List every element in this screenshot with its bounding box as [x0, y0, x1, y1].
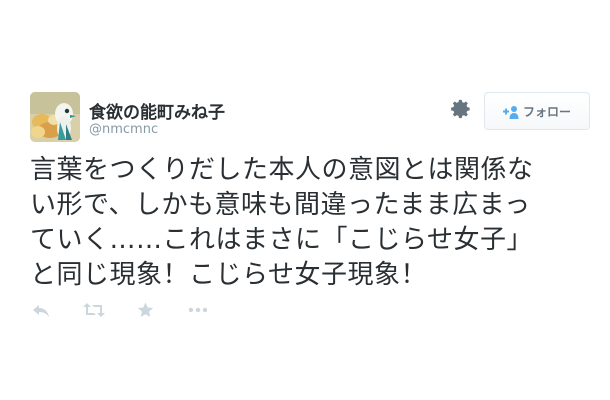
- tweet-card: 食欲の能町みね子 @nmcmnc フォロー 言葉をつくりだした本人の意図とは関係…: [0, 0, 610, 400]
- tweet-text-line: い形で、しかも意味も間違ったまま広まっ: [30, 190, 531, 220]
- add-user-icon: [502, 104, 519, 119]
- avatar-image: [30, 92, 80, 142]
- display-name[interactable]: 食欲の能町みね子: [89, 98, 225, 123]
- tweet-text: 言葉をつくりだした本人の意図とは関係な い形で、しかも意味も間違ったまま広まっ …: [30, 153, 585, 293]
- tweet-text-line: 言葉をつくりだした本人の意図とは関係な: [30, 155, 534, 185]
- tweet-text-line: と同じ現象！こじらせ女子現象！: [30, 260, 427, 290]
- retweet-icon[interactable]: [83, 302, 105, 318]
- gear-icon[interactable]: [450, 98, 472, 120]
- reply-icon[interactable]: [32, 302, 50, 318]
- more-icon[interactable]: [188, 306, 208, 314]
- star-icon[interactable]: [137, 302, 154, 318]
- avatar[interactable]: [30, 92, 80, 142]
- follow-label: フォロー: [522, 104, 571, 119]
- tweet-text-line: ていく……これはまさに「こじらせ女子」: [30, 225, 533, 255]
- follow-button[interactable]: フォロー: [484, 92, 590, 130]
- user-handle[interactable]: @nmcmnc: [89, 122, 158, 137]
